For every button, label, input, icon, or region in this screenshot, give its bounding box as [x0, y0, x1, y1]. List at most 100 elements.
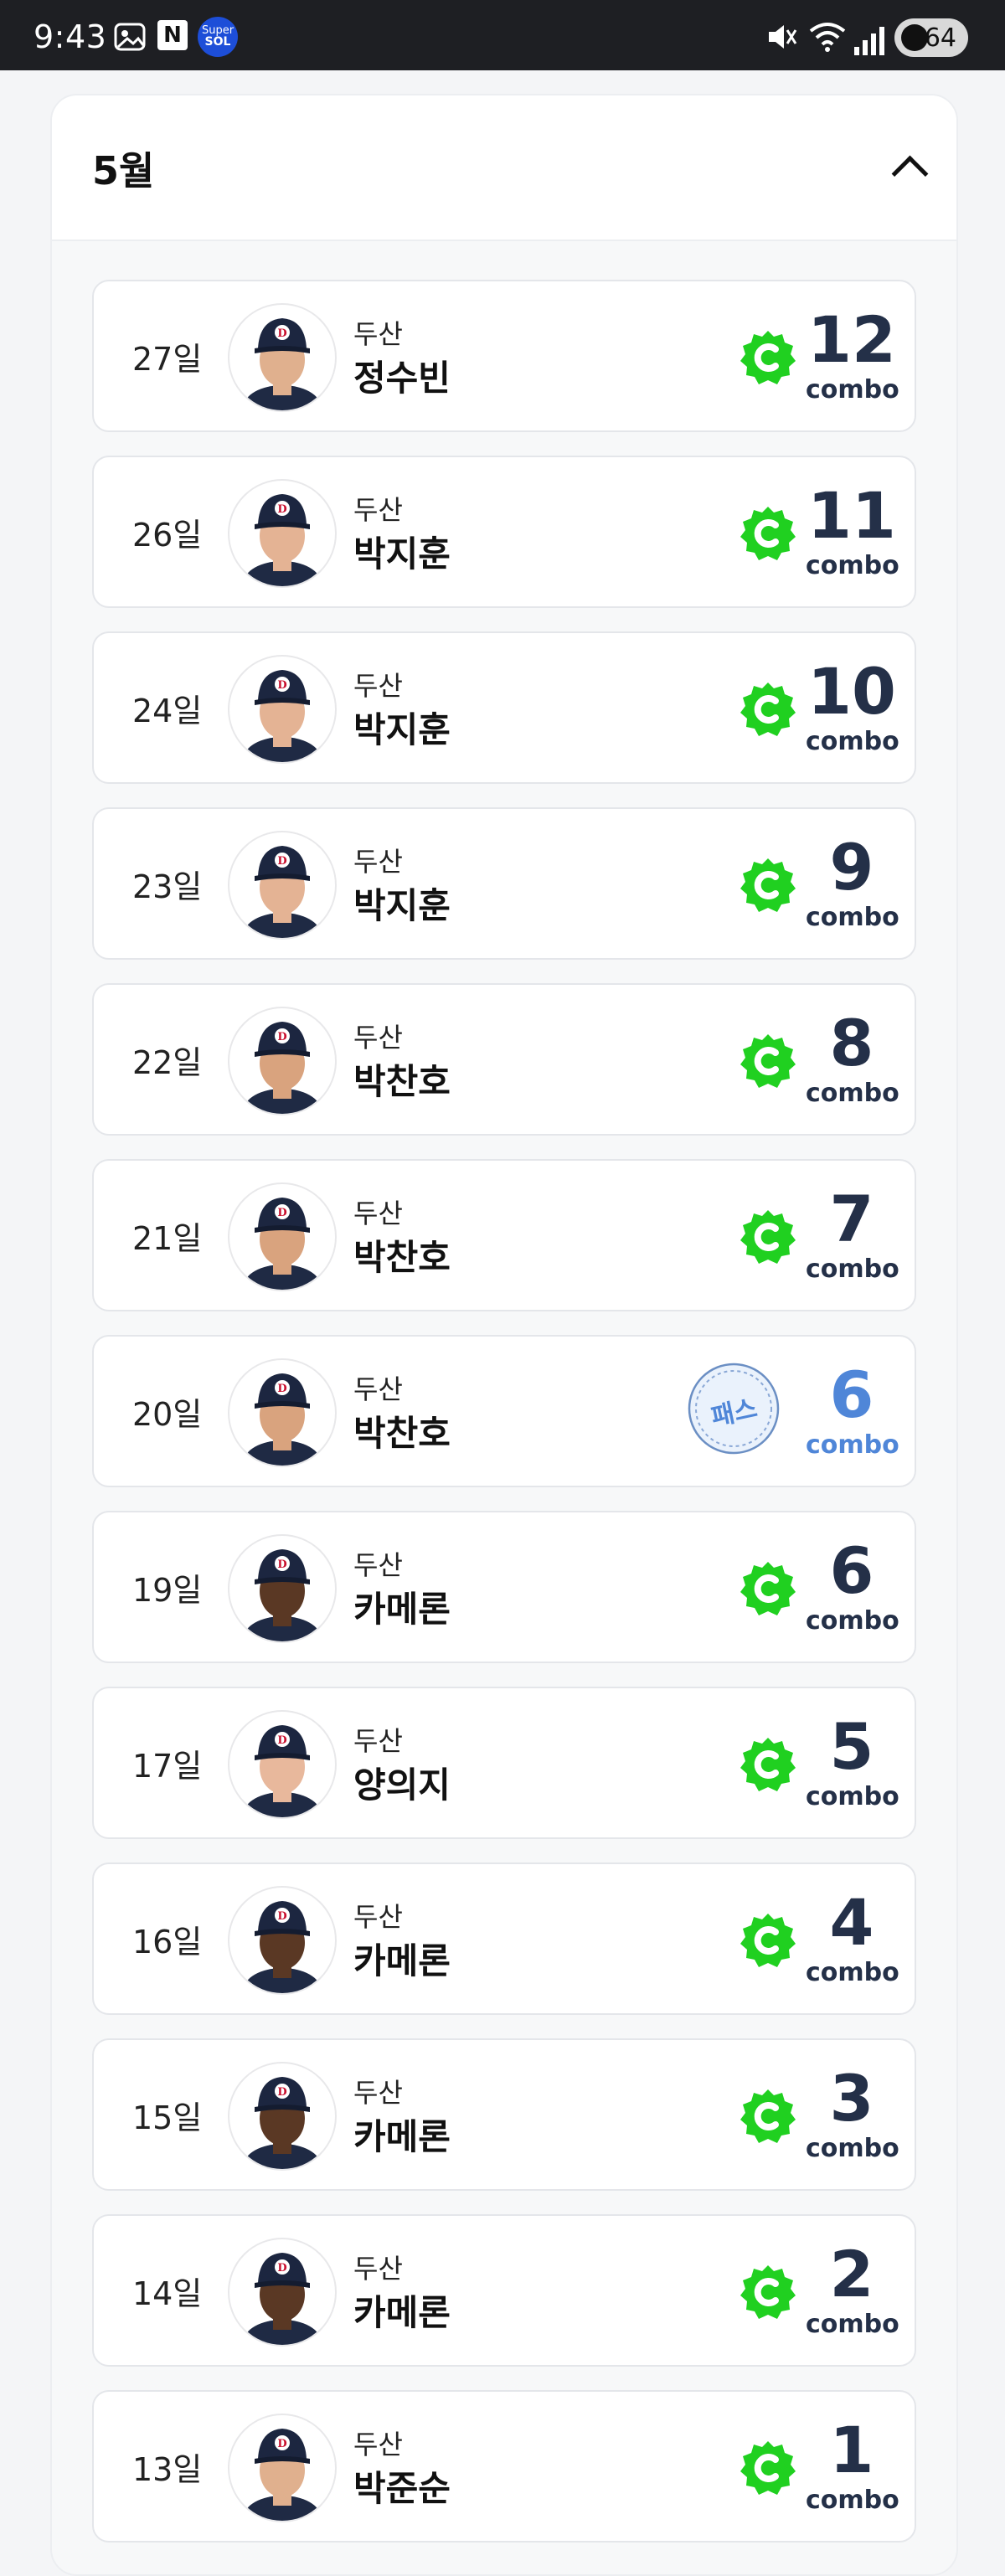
combo-label: combo	[806, 1782, 899, 1811]
team-name: 두산	[353, 2077, 403, 2109]
pass-badge-icon: 패스	[687, 1362, 781, 1455]
combo-badge-icon	[740, 506, 796, 561]
player-name: 박찬호	[353, 1061, 451, 1102]
combo-label: combo	[806, 375, 899, 404]
player-name: 카메론	[353, 1940, 451, 1981]
combo-row[interactable]: 14일 D 두산 카메론 2 combo	[92, 2214, 916, 2367]
power-saving-icon	[901, 24, 928, 51]
sol-label-top: Super	[201, 23, 234, 37]
combo-badge-icon	[740, 1913, 796, 1968]
combo-row[interactable]: 16일 D 두산 카메론 4 combo	[92, 1862, 916, 2015]
team-name: 두산	[353, 318, 403, 350]
combo-row[interactable]: 20일 D 두산 박찬호 패스 6 combo	[92, 1335, 916, 1487]
combo-badge-icon	[740, 2089, 796, 2144]
player-name: 박준순	[353, 2468, 451, 2509]
player-name: 박지훈	[353, 533, 451, 574]
team-name: 두산	[353, 670, 403, 702]
svg-text:D: D	[277, 2086, 286, 2099]
combo-row[interactable]: 22일 D 두산 박찬호 8 combo	[92, 983, 916, 1136]
day-label: 21일	[132, 1220, 203, 1257]
chevron-up-icon[interactable]	[891, 155, 929, 193]
day-label: 15일	[132, 2099, 203, 2136]
combo-row[interactable]: 19일 D 두산 카메론 6 combo	[92, 1511, 916, 1663]
svg-text:D: D	[277, 679, 286, 692]
combo-label: combo	[806, 2486, 899, 2515]
combo-count: 2	[829, 2237, 874, 2311]
combo-count: 10	[807, 654, 896, 729]
combo-label: combo	[806, 551, 899, 580]
day-label: 14일	[132, 2275, 203, 2312]
player-name: 박지훈	[353, 709, 451, 750]
battery-level: 64	[924, 23, 956, 53]
day-label: 16일	[132, 1924, 203, 1960]
naver-icon: N	[157, 20, 188, 50]
combo-row[interactable]: 15일 D 두산 카메론 3 combo	[92, 2038, 916, 2191]
player-name: 박지훈	[353, 885, 451, 926]
svg-text:D: D	[277, 2262, 286, 2275]
combo-count: 9	[829, 830, 874, 904]
player-avatar: D	[228, 831, 337, 940]
player-name: 정수빈	[353, 358, 451, 399]
team-name: 두산	[353, 494, 403, 526]
combo-badge-icon	[740, 2264, 796, 2320]
player-avatar: D	[228, 1886, 337, 1995]
combo-row[interactable]: 23일 D 두산 박지훈 9 combo	[92, 807, 916, 960]
svg-text:D: D	[277, 1910, 286, 1923]
combo-count: 6	[829, 1533, 874, 1608]
svg-text:D: D	[277, 503, 286, 516]
combo-label: combo	[806, 1255, 899, 1284]
player-avatar: D	[228, 655, 337, 764]
team-name: 두산	[353, 1549, 403, 1581]
month-title: 5월	[92, 148, 155, 193]
combo-badge-icon	[740, 1561, 796, 1616]
player-avatar: D	[228, 1007, 337, 1115]
player-avatar: D	[228, 1534, 337, 1643]
battery-indicator: 64	[894, 18, 968, 57]
combo-count: 1	[829, 2413, 874, 2487]
svg-text:D: D	[277, 1383, 286, 1395]
player-avatar: D	[228, 1182, 337, 1291]
team-name: 두산	[353, 1022, 403, 1054]
combo-count: 5	[829, 1709, 874, 1784]
status-bar: 9:43 N Super SOL 64	[0, 0, 1005, 70]
combo-label: combo	[806, 1606, 899, 1636]
combo-count: 4	[829, 1885, 874, 1960]
combo-label: combo	[806, 903, 899, 932]
combo-row[interactable]: 21일 D 두산 박찬호 7 combo	[92, 1159, 916, 1311]
player-avatar: D	[228, 2414, 337, 2522]
combo-row[interactable]: 13일 D 두산 박준순 1 combo	[92, 2390, 916, 2543]
combo-badge-icon	[740, 2440, 796, 2496]
month-header[interactable]: 5월	[52, 95, 956, 241]
combo-row[interactable]: 26일 D 두산 박지훈 11 combo	[92, 456, 916, 608]
combo-row[interactable]: 27일 D 두산 정수빈 12 combo	[92, 280, 916, 432]
day-label: 23일	[132, 868, 203, 905]
super-sol-icon: Super SOL	[198, 17, 238, 57]
combo-badge-icon	[740, 330, 796, 385]
sol-label-bottom: SOL	[204, 35, 231, 49]
combo-badge-icon	[740, 682, 796, 737]
player-avatar: D	[228, 2062, 337, 2171]
day-label: 20일	[132, 1396, 203, 1433]
combo-label: combo	[806, 2310, 899, 2339]
combo-badge-icon	[740, 1737, 796, 1792]
team-name: 두산	[353, 2253, 403, 2285]
svg-text:D: D	[277, 1734, 286, 1747]
mute-icon	[764, 20, 801, 54]
player-name: 박찬호	[353, 1237, 451, 1278]
combo-list: 27일 D 두산 정수빈 12 combo 26일 D 두산 박지훈 11 combo 24일 D 두산 박지…	[92, 280, 916, 2566]
player-avatar: D	[228, 1358, 337, 1467]
player-avatar: D	[228, 1710, 337, 1819]
combo-count: 11	[807, 478, 896, 553]
svg-text:D: D	[277, 1031, 286, 1043]
combo-row[interactable]: 17일 D 두산 양의지 5 combo	[92, 1687, 916, 1839]
screenshot-icon	[112, 20, 147, 54]
wifi-icon	[807, 20, 848, 54]
svg-text:D: D	[277, 855, 286, 868]
svg-text:D: D	[277, 1207, 286, 1219]
combo-label: combo	[806, 727, 899, 756]
svg-text:D: D	[277, 2438, 286, 2450]
combo-label: combo	[806, 2134, 899, 2163]
combo-count: 12	[807, 302, 896, 377]
combo-row[interactable]: 24일 D 두산 박지훈 10 combo	[92, 631, 916, 784]
svg-text:D: D	[277, 1558, 286, 1571]
